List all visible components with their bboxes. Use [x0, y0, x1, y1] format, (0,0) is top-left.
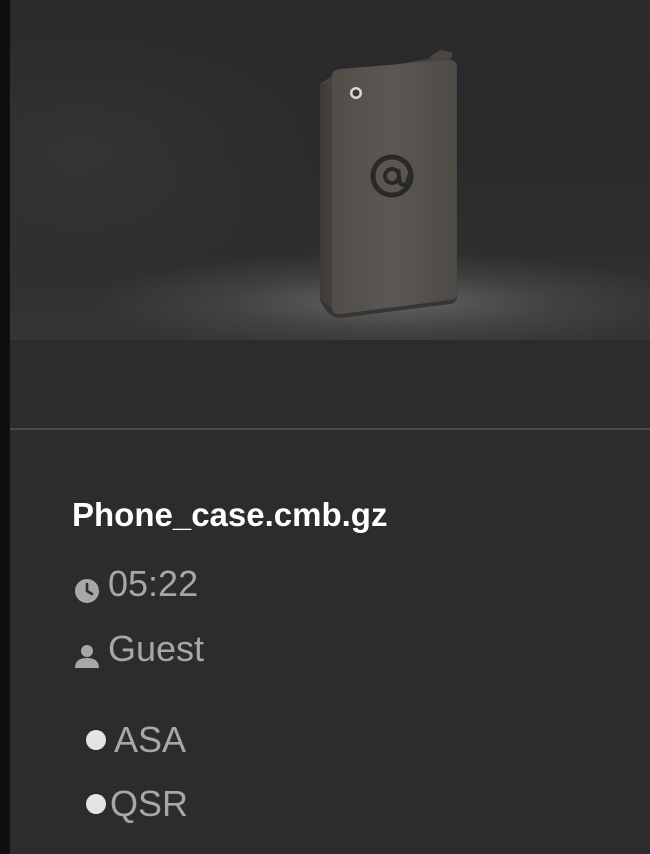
bullet-dot-icon	[86, 794, 106, 814]
owner-text: Guest	[108, 628, 205, 669]
duration-row: 05:22	[74, 562, 198, 606]
file-thumbnail[interactable]	[10, 0, 650, 340]
user-icon	[74, 636, 100, 668]
tag-label: QSR	[110, 783, 189, 824]
bullet-dot-icon	[86, 730, 106, 750]
file-card[interactable]: Phone_case.cmb.gz 05:22 Guest ASA QSR	[10, 0, 650, 854]
tag-label: ASA	[114, 719, 187, 760]
owner-row: Guest	[74, 627, 204, 671]
file-name[interactable]: Phone_case.cmb.gz	[72, 496, 387, 534]
duration-text: 05:22	[108, 563, 199, 604]
clock-icon	[74, 571, 100, 603]
window-edge	[0, 0, 10, 854]
thumbnail-divider	[10, 428, 650, 430]
tag-item: QSR	[86, 782, 188, 826]
tag-item: ASA	[86, 718, 186, 762]
phone-case-model-icon	[320, 50, 457, 318]
